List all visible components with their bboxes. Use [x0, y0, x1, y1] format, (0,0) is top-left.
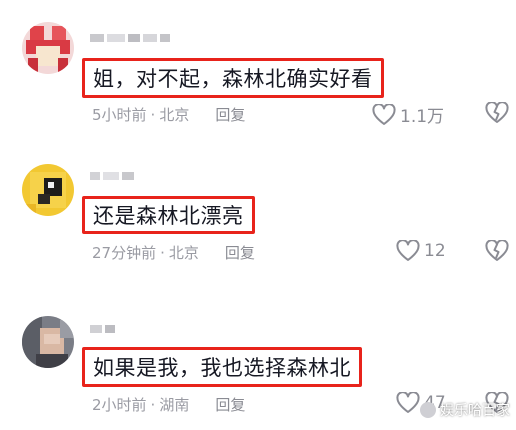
avatar[interactable]: [22, 164, 74, 216]
broken-heart-icon: [485, 101, 509, 123]
username-blurred[interactable]: [90, 325, 118, 335]
watermark-text: 娱乐哈百家: [440, 403, 510, 419]
meta-separator: ·: [150, 105, 156, 124]
username-blurred[interactable]: [90, 172, 137, 182]
comment-time: 5小时前: [92, 106, 147, 124]
heart-outline-icon: [396, 392, 420, 413]
comment-meta: 2小时前 · 湖南 回复: [92, 394, 245, 415]
broken-heart-icon: [485, 239, 509, 261]
avatar[interactable]: [22, 22, 74, 74]
watermark-logo-icon: [420, 402, 436, 418]
comment-location: 北京: [168, 244, 199, 262]
comment-text: 姐，对不起，森林北确实好看: [93, 67, 373, 91]
dislike-button[interactable]: [484, 239, 510, 266]
meta-separator: ·: [160, 243, 165, 262]
like-button[interactable]: 1.1万: [372, 102, 444, 127]
meta-separator: ·: [150, 395, 156, 414]
heart-outline-icon: [396, 240, 420, 261]
heart-outline-icon: [372, 103, 396, 125]
reply-button[interactable]: 回复: [215, 104, 245, 125]
like-button[interactable]: 12: [396, 240, 446, 262]
comment-text: 如果是我，我也选择森林北: [93, 356, 351, 380]
comment-location: 湖南: [159, 396, 190, 414]
comment-highlight-box: 还是森林北漂亮: [82, 196, 255, 234]
comment-time: 27分钟前: [92, 244, 157, 262]
like-count: 1.1万: [400, 107, 445, 127]
dislike-button[interactable]: [484, 101, 510, 128]
comment-time: 2小时前: [92, 396, 147, 414]
comment-meta: 5小时前 · 北京 回复: [92, 104, 245, 125]
reply-button[interactable]: 回复: [215, 394, 245, 415]
comment-location: 北京: [159, 106, 190, 124]
avatar[interactable]: [22, 316, 74, 368]
comment-highlight-box: 如果是我，我也选择森林北: [82, 347, 362, 387]
like-count: 12: [424, 241, 446, 261]
comment-text: 还是森林北漂亮: [93, 204, 244, 228]
watermark: 娱乐哈百家: [420, 400, 510, 420]
username-blurred[interactable]: [90, 34, 173, 44]
comment-highlight-box: 姐，对不起，森林北确实好看: [82, 58, 384, 98]
comment-meta: 27分钟前 · 北京 回复: [92, 242, 255, 263]
reply-button[interactable]: 回复: [225, 242, 255, 263]
